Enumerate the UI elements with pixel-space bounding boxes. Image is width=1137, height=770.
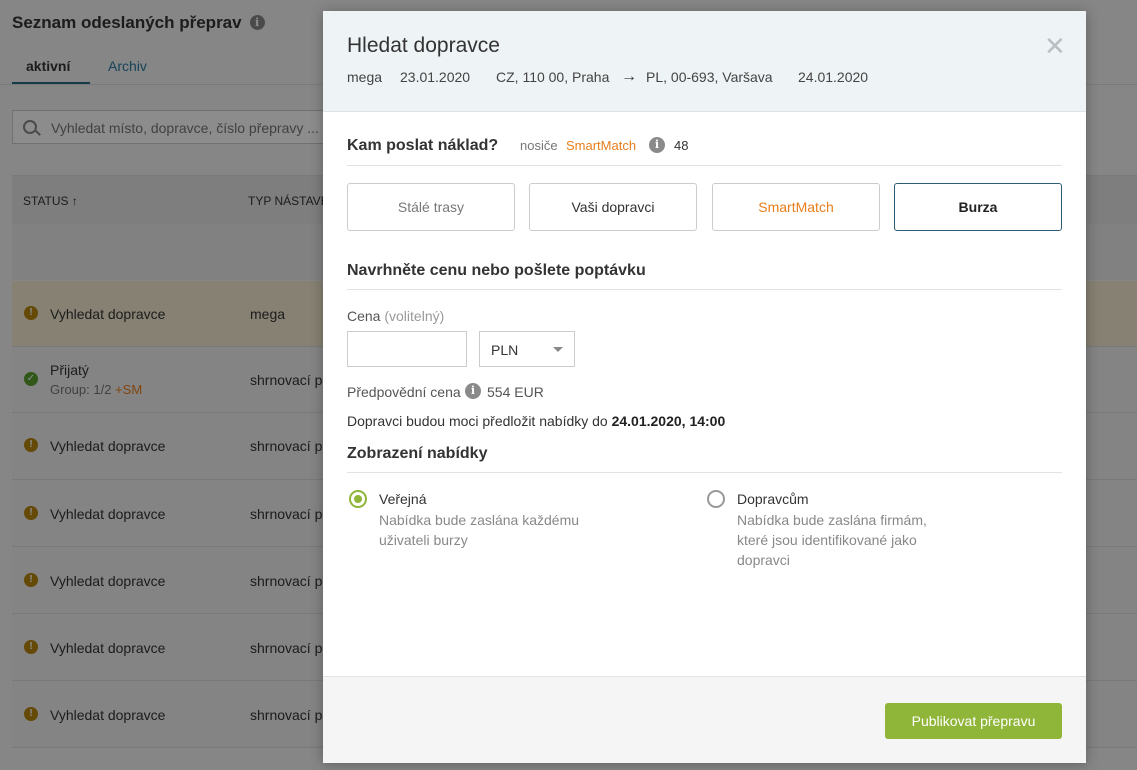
send-section-title: Kam poslat náklad?: [347, 137, 499, 154]
radio-dopravcum-label[interactable]: Dopravcům: [737, 491, 809, 507]
carrier-count: 48: [674, 138, 689, 153]
prediction-label: Předpovědní cena: [347, 384, 461, 400]
dialog-footer: Publikovat přepravu: [323, 676, 1086, 763]
route-to: PL, 00-693, Varšava: [646, 69, 773, 85]
date-from: 23.01.2020: [400, 69, 471, 85]
body-type: mega: [347, 69, 383, 85]
divider: [347, 472, 1062, 473]
offer-deadline: Dopravci budou moci předložit nabídky do…: [347, 413, 726, 429]
radio-verejna[interactable]: [349, 490, 367, 508]
info-icon[interactable]: i: [465, 383, 481, 399]
chevron-down-icon: [553, 347, 563, 352]
date-to: 24.01.2020: [798, 69, 869, 85]
arrow-right-icon: →: [621, 68, 637, 85]
info-icon[interactable]: i: [649, 137, 665, 153]
radio-dopravcum-description: Nabídka bude zaslána firmám, které jsou …: [737, 512, 927, 568]
radio-verejna-label[interactable]: Veřejná: [379, 491, 426, 507]
publish-button[interactable]: Publikovat přepravu: [885, 703, 1062, 739]
radio-dopravcum[interactable]: [707, 490, 725, 508]
radio-verejna-description: Nabídka bude zaslána každému uživateli b…: [379, 512, 580, 548]
channel-vasi-dopravci-button[interactable]: Vaši dopravci: [529, 183, 697, 231]
divider: [347, 289, 1062, 290]
currency-select[interactable]: PLN: [479, 331, 575, 367]
channel-stale-trasy-button[interactable]: Stálé trasy: [347, 183, 515, 231]
close-icon[interactable]: ✕: [1044, 33, 1066, 59]
dialog-header: Hledat dopravce ✕ mega 23.01.2020 CZ, 11…: [323, 11, 1086, 112]
route-from: CZ, 110 00, Praha: [496, 69, 610, 85]
price-label: Cena (volitelný): [347, 308, 445, 324]
channel-smartmatch-button[interactable]: SmartMatch: [712, 183, 880, 231]
smartmatch-link[interactable]: SmartMatch: [566, 138, 636, 153]
visibility-section-title: Zobrazení nabídky: [347, 445, 488, 462]
divider: [347, 165, 1062, 166]
price-input[interactable]: [347, 331, 467, 367]
dialog-title: Hledat dopravce: [347, 34, 500, 57]
price-section-title: Navrhněte cenu nebo pošlete poptávku: [347, 262, 646, 279]
carriers-label: nosiče: [520, 138, 558, 153]
prediction-value: 554 EUR: [487, 384, 544, 400]
channel-burza-button[interactable]: Burza: [894, 183, 1062, 231]
find-carrier-dialog: Hledat dopravce ✕ mega 23.01.2020 CZ, 11…: [323, 11, 1086, 763]
